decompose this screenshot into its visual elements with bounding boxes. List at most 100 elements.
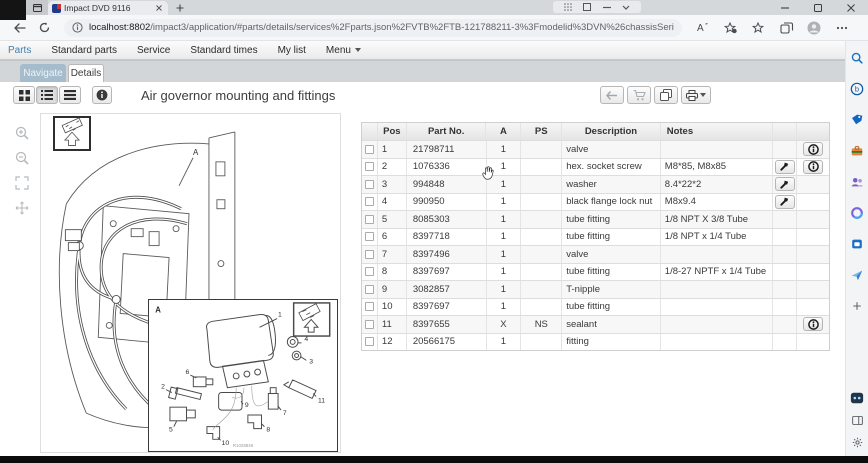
list-view-button[interactable] <box>36 86 58 104</box>
favorites-add-icon[interactable] <box>744 18 772 38</box>
diagram-thumbnail[interactable] <box>53 116 91 151</box>
row-checkbox[interactable] <box>365 197 374 206</box>
row-checkbox[interactable] <box>365 232 374 241</box>
url-field[interactable]: localhost:8802/impact3/application/#part… <box>64 19 682 37</box>
copilot-icon[interactable] <box>849 390 865 406</box>
tab-close-icon[interactable] <box>154 3 164 13</box>
tool-icon-button[interactable] <box>775 160 795 174</box>
minimize-bar-icon[interactable] <box>603 6 611 9</box>
search-icon[interactable] <box>849 50 865 66</box>
info-icon-button[interactable] <box>803 317 823 331</box>
print-button[interactable] <box>681 86 711 104</box>
microsoft-365-icon[interactable] <box>849 236 865 252</box>
site-info-icon[interactable] <box>72 22 83 33</box>
tool-icon-button[interactable] <box>775 177 795 191</box>
people-icon[interactable] <box>849 174 865 190</box>
restore-icon[interactable] <box>583 3 591 11</box>
table-row[interactable]: 118397655XNSsealant <box>362 315 829 333</box>
tab-navigate[interactable]: Navigate <box>20 64 66 82</box>
zoom-out-icon[interactable] <box>13 149 31 167</box>
cell-a: 1 <box>487 211 522 228</box>
tool-icon-button[interactable] <box>775 195 795 209</box>
collections-icon[interactable] <box>772 18 800 38</box>
browser-tab[interactable]: Impact DVD 9116 <box>48 1 168 15</box>
cart-button[interactable] <box>627 86 651 104</box>
row-checkbox[interactable] <box>365 285 374 294</box>
bing-chat-icon[interactable]: b <box>849 81 865 97</box>
nav-item-menu[interactable]: Menu <box>316 45 371 56</box>
zoom-in-icon[interactable] <box>13 124 31 142</box>
pan-icon[interactable] <box>13 199 31 217</box>
drawing-ref: R1028848 <box>233 443 254 448</box>
row-checkbox[interactable] <box>365 180 374 189</box>
tab-actions-button[interactable] <box>26 0 48 15</box>
table-row[interactable]: 930828571T-nipple <box>362 280 829 298</box>
tools-icon[interactable] <box>849 143 865 159</box>
table-row[interactable]: 49909501black flange lock nutM8x9.4 <box>362 193 829 211</box>
fit-view-icon[interactable] <box>13 174 31 192</box>
cell-a: 1 <box>487 246 522 263</box>
cell-pos: 1 <box>378 141 407 158</box>
cell-description: tube fitting <box>562 264 661 281</box>
row-checkbox[interactable] <box>365 162 374 171</box>
refresh-button[interactable] <box>32 18 56 38</box>
tab-details[interactable]: Details <box>68 64 104 82</box>
new-tab-button[interactable] <box>173 2 187 14</box>
nav-item-parts[interactable]: Parts <box>0 45 41 56</box>
shopping-icon[interactable] <box>849 112 865 128</box>
table-row[interactable]: 580853031tube fitting1/8 NPT X 3/8 Tube <box>362 210 829 228</box>
table-row[interactable]: 783974961valve <box>362 245 829 263</box>
row-checkbox[interactable] <box>365 250 374 259</box>
back-arrow-button[interactable] <box>600 86 624 104</box>
nav-item-my-list[interactable]: My list <box>268 45 316 56</box>
copy-button[interactable] <box>654 86 678 104</box>
table-row[interactable]: 12205661751fitting <box>362 333 829 351</box>
table-row[interactable]: 883976971tube fitting1/8-27 NPTF x 1/4 T… <box>362 263 829 281</box>
back-button[interactable] <box>8 18 32 38</box>
url-domain: localhost:8802 <box>89 22 150 33</box>
read-aloud-icon[interactable]: A <box>688 18 716 38</box>
more-menu-icon[interactable] <box>828 18 856 38</box>
table-row[interactable]: 1083976971tube fitting <box>362 298 829 316</box>
cell-pos: 2 <box>378 159 407 176</box>
maximize-button[interactable] <box>801 0 834 15</box>
nav-item-standard-times[interactable]: Standard times <box>180 45 267 56</box>
cell-a: 1 <box>487 299 522 316</box>
exploded-view-inset[interactable]: A 1234567891011 R1028848 <box>148 299 338 452</box>
row-checkbox[interactable] <box>365 215 374 224</box>
drop-icon[interactable] <box>849 267 865 283</box>
compact-view-button[interactable] <box>59 86 81 104</box>
settings-icon[interactable] <box>849 434 865 450</box>
favorites-icon[interactable] <box>716 18 744 38</box>
chevron-down-icon[interactable] <box>622 5 630 10</box>
cell-a: 1 <box>487 194 522 211</box>
info-icon-button[interactable] <box>803 142 823 156</box>
add-icon[interactable] <box>849 298 865 314</box>
table-row[interactable]: 1217987111valve <box>362 140 829 158</box>
minimize-button[interactable] <box>768 0 801 15</box>
cell-part-no: 8085303 <box>407 211 487 228</box>
cell-notes <box>661 141 774 158</box>
nav-item-service[interactable]: Service <box>127 45 180 56</box>
close-button[interactable] <box>835 0 868 15</box>
row-checkbox[interactable] <box>365 337 374 346</box>
table-row[interactable]: 683977181tube fitting1/8 NPT x 1/4 Tube <box>362 228 829 246</box>
sidebar-toggle-icon[interactable] <box>849 412 865 428</box>
grid-view-button[interactable] <box>13 86 35 104</box>
designer-icon[interactable] <box>849 205 865 221</box>
profile-avatar[interactable] <box>800 18 828 38</box>
row-checkbox[interactable] <box>365 302 374 311</box>
nav-item-standard-parts[interactable]: Standard parts <box>41 45 127 56</box>
cell-description: sealant <box>562 316 661 333</box>
row-checkbox[interactable] <box>365 145 374 154</box>
row-checkbox[interactable] <box>365 267 374 276</box>
info-icon-button[interactable] <box>803 160 823 174</box>
diagram-panel[interactable]: A <box>40 113 341 453</box>
cell-part-no: 8397496 <box>407 246 487 263</box>
cell-pos: 4 <box>378 194 407 211</box>
row-checkbox[interactable] <box>365 320 374 329</box>
table-row[interactable]: 210763361hex. socket screwM8*85, M8x85 <box>362 158 829 176</box>
info-button[interactable] <box>92 86 112 104</box>
share-toolbar[interactable] <box>553 1 641 13</box>
table-row[interactable]: 39948481washer8.4*22*2 <box>362 175 829 193</box>
